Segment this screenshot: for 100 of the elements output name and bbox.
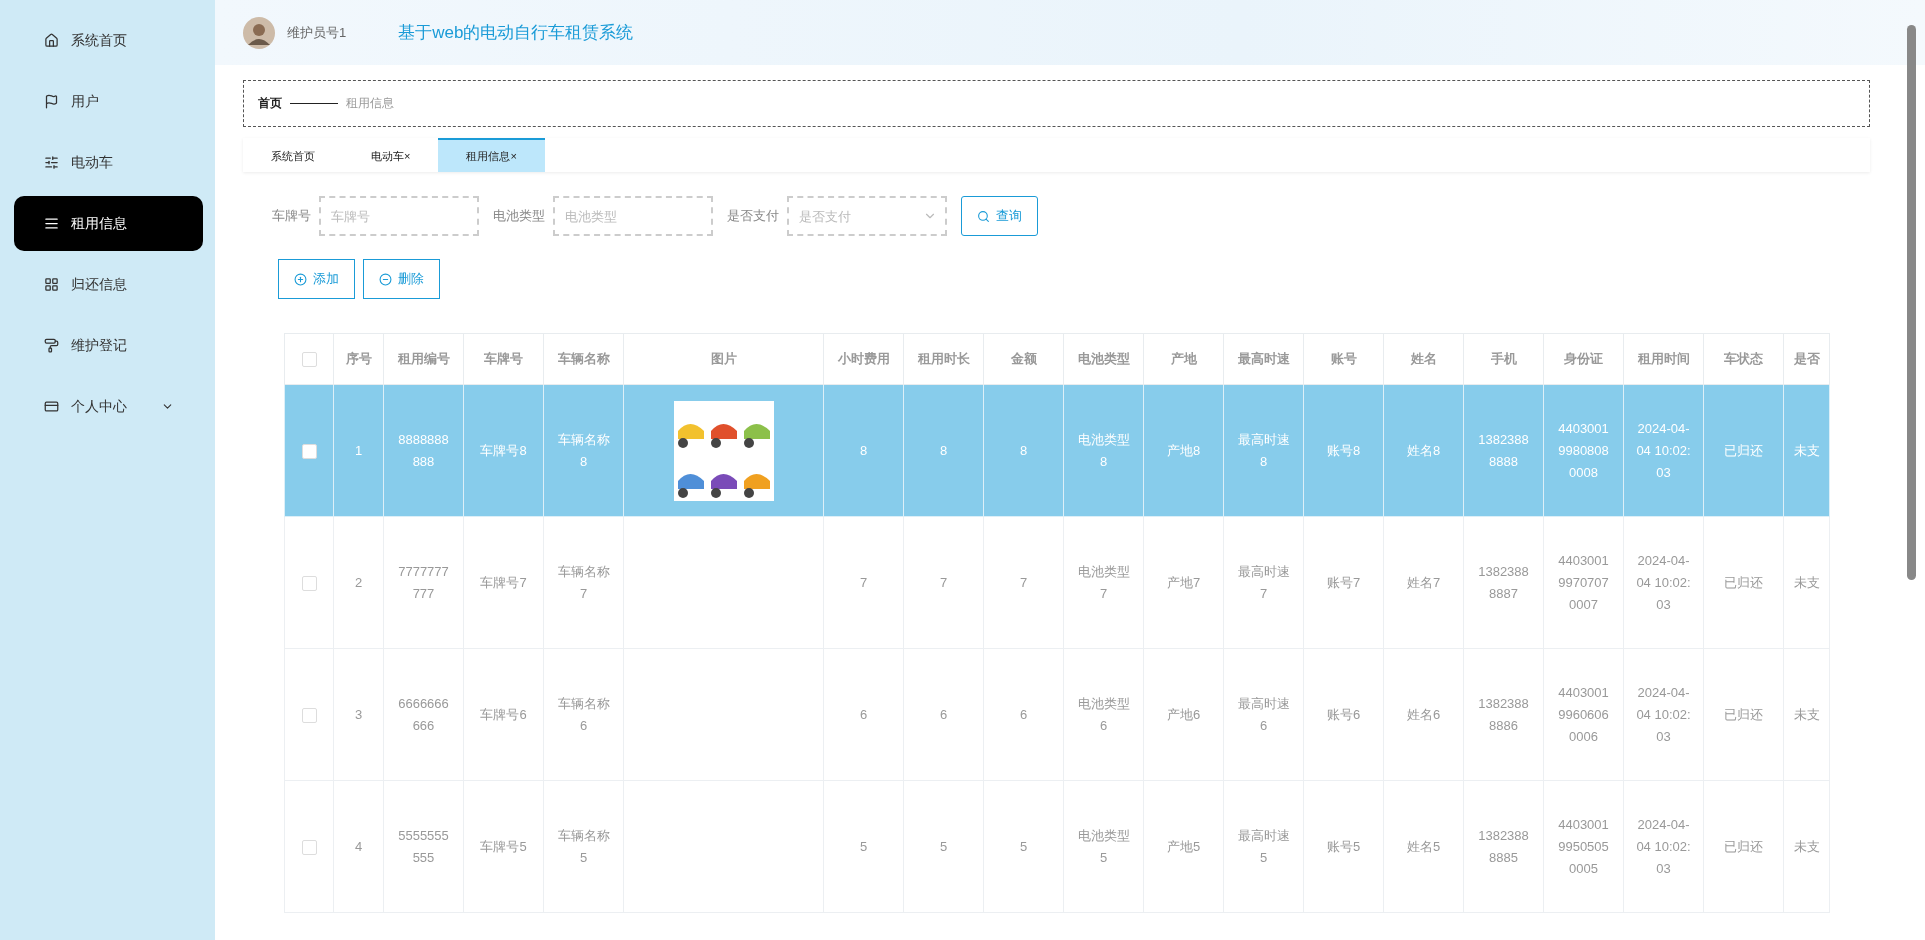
table-cell: 未支 [1783,648,1830,781]
table-cell: 账号5 [1303,780,1384,913]
table-cell: 电池类型5 [1063,780,1144,913]
table-cell: 未支 [1783,516,1830,649]
filter-label: 电池类型 [493,207,545,225]
column-header: 是否 [1783,333,1830,385]
tab[interactable]: 系统首页 [243,138,343,172]
table-cell: 电池类型8 [1063,384,1144,517]
minus-icon [379,272,392,286]
app-title: 基于web的电动自行车租赁系统 [398,22,634,44]
sidebar-item[interactable]: 个人中心 [14,379,203,434]
table-cell: 姓名6 [1383,648,1464,781]
table-cell: 7 [823,516,904,649]
select-field[interactable]: 是否支付 [787,196,947,236]
table-cell: 6 [983,648,1064,781]
column-header: 车牌号 [463,333,544,385]
table-cell: 车辆名称5 [543,780,624,913]
table-cell: 最高时速7 [1223,516,1304,649]
sidebar-item[interactable]: 用户 [14,74,203,129]
sidebar-item[interactable]: 归还信息 [14,257,203,312]
column-header: 身份证 [1543,333,1624,385]
table-cell: 440300199707070007 [1543,516,1624,649]
avatar [243,16,275,49]
user-name: 维护员号1 [287,23,347,42]
list-icon [44,216,59,231]
checkbox[interactable] [301,839,317,855]
input-field[interactable]: 车牌号 [319,196,479,236]
column-header: 图片 [623,333,824,385]
table-cell: 8 [903,384,984,517]
table-cell: 6 [823,648,904,781]
roller-icon [44,338,59,353]
sliders-icon [44,155,59,170]
checkbox[interactable] [301,575,317,591]
filter-label: 车牌号 [272,207,311,225]
table-cell: 13823888886 [1463,648,1544,781]
tab[interactable]: 租用信息× [438,138,545,172]
column-header: 电池类型 [1063,333,1144,385]
sidebar-item[interactable]: 系统首页 [14,13,203,68]
checkbox[interactable] [301,443,317,459]
table-cell: 未支 [1783,780,1830,913]
column-header: 车辆名称 [543,333,624,385]
table-cell: 2024-04-04 10:02:03 [1623,516,1704,649]
table-cell: 1 [333,384,384,517]
table-cell: 2024-04-04 10:02:03 [1623,384,1704,517]
table-cell: 车辆名称7 [543,516,624,649]
column-header: 账号 [1303,333,1384,385]
table-cell: 440300199606060006 [1543,648,1624,781]
table-cell: 2024-04-04 10:02:03 [1623,648,1704,781]
table-cell: 7 [983,516,1064,649]
sidebar-item[interactable]: 租用信息 [14,196,203,251]
table-cell: 8 [823,384,904,517]
column-header: 租用时长 [903,333,984,385]
table-cell: 440300199808080008 [1543,384,1624,517]
table-cell: 产地7 [1143,516,1224,649]
table-cell: 3 [333,648,384,781]
table-cell: 账号6 [1303,648,1384,781]
table-cell: 车辆名称8 [543,384,624,517]
sidebar-item[interactable]: 电动车 [14,135,203,190]
table-cell: 电池类型6 [1063,648,1144,781]
tab[interactable]: 电动车× [343,138,439,172]
column-header: 手机 [1463,333,1544,385]
sidebar-item[interactable]: 维护登记 [14,318,203,373]
input-field[interactable]: 电池类型 [553,196,713,236]
filter-label: 是否支付 [727,207,779,225]
table-cell: 已归还 [1703,648,1784,781]
table-cell: 13823888888 [1463,384,1544,517]
column-header: 金额 [983,333,1064,385]
table-cell: 姓名8 [1383,384,1464,517]
table-cell: 车辆名称6 [543,648,624,781]
search-icon [977,209,990,223]
table-cell: 最高时速8 [1223,384,1304,517]
table-cell: 2024-04-04 10:02:03 [1623,780,1704,913]
scrollbar[interactable] [1907,25,1916,580]
grid-icon [44,277,59,292]
column-header: 姓名 [1383,333,1464,385]
breadcrumb-link[interactable]: 首页 [258,95,282,112]
table-cell: 8888888888 [383,384,464,517]
column-header: 产地 [1143,333,1224,385]
table-cell: 13823888887 [1463,516,1544,649]
card-icon [44,399,59,414]
plus-icon [294,272,307,286]
column-header: 租用时间 [1623,333,1704,385]
checkbox[interactable] [301,352,317,368]
table-cell: 6 [903,648,984,781]
table-cell: 未支 [1783,384,1830,517]
table-cell: 5 [903,780,984,913]
breadcrumb-current: 租用信息 [346,95,394,112]
table-cell: 8 [983,384,1064,517]
table-cell: 车牌号6 [463,648,544,781]
table-cell: 已归还 [1703,516,1784,649]
table-cell: 账号7 [1303,516,1384,649]
table-cell: 姓名5 [1383,780,1464,913]
table-cell: 产地5 [1143,780,1224,913]
checkbox[interactable] [301,707,317,723]
table-cell: 7 [903,516,984,649]
table-cell: 440300199505050005 [1543,780,1624,913]
table-cell: 已归还 [1703,780,1784,913]
table-cell: 账号8 [1303,384,1384,517]
table-cell: 5 [983,780,1064,913]
table-cell: 6666666666 [383,648,464,781]
